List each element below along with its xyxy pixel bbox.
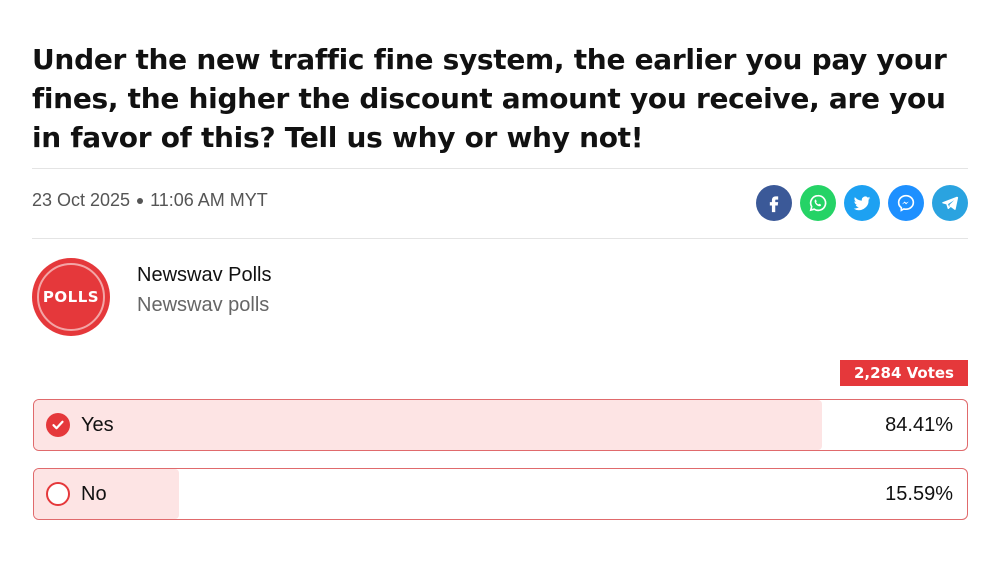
radio-unchecked-icon[interactable] [46, 482, 70, 506]
post-time: 11:06 AM MYT [150, 190, 268, 210]
poll-page: Under the new traffic fine system, the e… [0, 0, 1000, 563]
poll-question-title: Under the new traffic fine system, the e… [32, 43, 947, 154]
poll-option-no[interactable]: No 15.59% [33, 468, 968, 520]
meta-divider [32, 238, 968, 239]
author-name[interactable]: Newswav Polls [137, 263, 271, 287]
avatar[interactable]: POLLS [32, 258, 110, 336]
share-bar [756, 185, 968, 221]
share-messenger-button[interactable] [888, 185, 924, 221]
option-label: Yes [81, 413, 114, 436]
share-facebook-button[interactable] [756, 185, 792, 221]
author-block: POLLS Newswav Polls Newswav polls [32, 258, 271, 336]
post-date: 23 Oct 2025 [32, 190, 131, 210]
whatsapp-icon [807, 192, 829, 214]
share-telegram-button[interactable] [932, 185, 968, 221]
author-handle: Newswav polls [137, 294, 270, 316]
author-info: Newswav Polls Newswav polls [137, 258, 271, 317]
telegram-icon [940, 193, 960, 213]
radio-checked-icon[interactable] [46, 413, 70, 437]
option-percentage: 84.41% [885, 413, 953, 436]
facebook-icon [764, 193, 784, 213]
avatar-logo-text: POLLS [42, 288, 100, 306]
share-twitter-button[interactable] [844, 185, 880, 221]
twitter-icon [852, 193, 872, 213]
post-meta: 23 Oct 2025 11:06 AM MYT [32, 190, 268, 211]
top-divider [32, 168, 968, 169]
option-label: No [81, 482, 107, 505]
option-content: No 15.59% [34, 469, 967, 519]
option-percentage: 15.59% [885, 482, 953, 505]
messenger-icon [895, 192, 917, 214]
poll-option-yes[interactable]: Yes 84.41% [33, 399, 968, 451]
share-whatsapp-button[interactable] [800, 185, 836, 221]
meta-separator-dot [137, 197, 144, 204]
votes-count-badge: 2,284 Votes [839, 360, 968, 386]
option-content: Yes 84.41% [34, 400, 967, 450]
